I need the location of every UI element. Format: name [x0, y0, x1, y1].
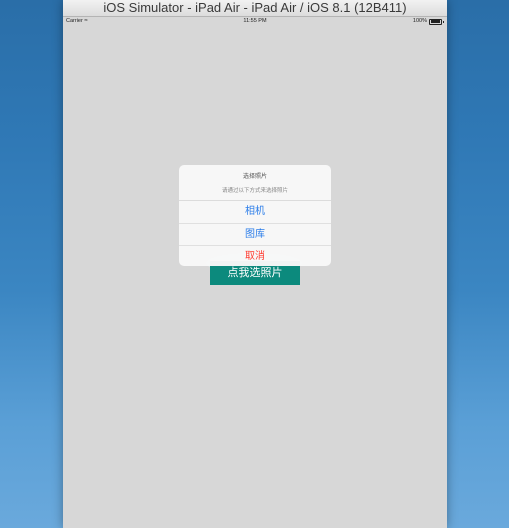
alert-title: 选择照片 [242, 174, 267, 180]
status-bar: Carrier ≈ 11:55 PM 100% [63, 17, 447, 26]
battery-percent: 100% [412, 18, 427, 24]
status-time: 11:55 PM [243, 18, 267, 24]
window-title: iOS Simulator - iPad Air - iPad Air / iO… [63, 0, 447, 17]
cancel-action[interactable]: 取消 [179, 246, 331, 266]
battery-nub-icon [443, 20, 444, 23]
simulator-window: iOS Simulator - iPad Air - iPad Air / iO… [63, 0, 447, 528]
photo-source-alert: 选择照片 请通过以下方式来选择照片 相机 图库 取消 [179, 165, 331, 266]
camera-action[interactable]: 相机 [179, 201, 331, 224]
battery-area: 100% [413, 17, 444, 26]
alert-header: 选择照片 请通过以下方式来选择照片 [179, 165, 331, 201]
ipad-screen: Carrier ≈ 11:55 PM 100% 点我选照片 选择照片 请通过以下… [63, 17, 447, 528]
library-action[interactable]: 图库 [179, 224, 331, 246]
alert-message: 请通过以下方式来选择照片 [221, 188, 288, 194]
battery-icon [429, 18, 442, 25]
